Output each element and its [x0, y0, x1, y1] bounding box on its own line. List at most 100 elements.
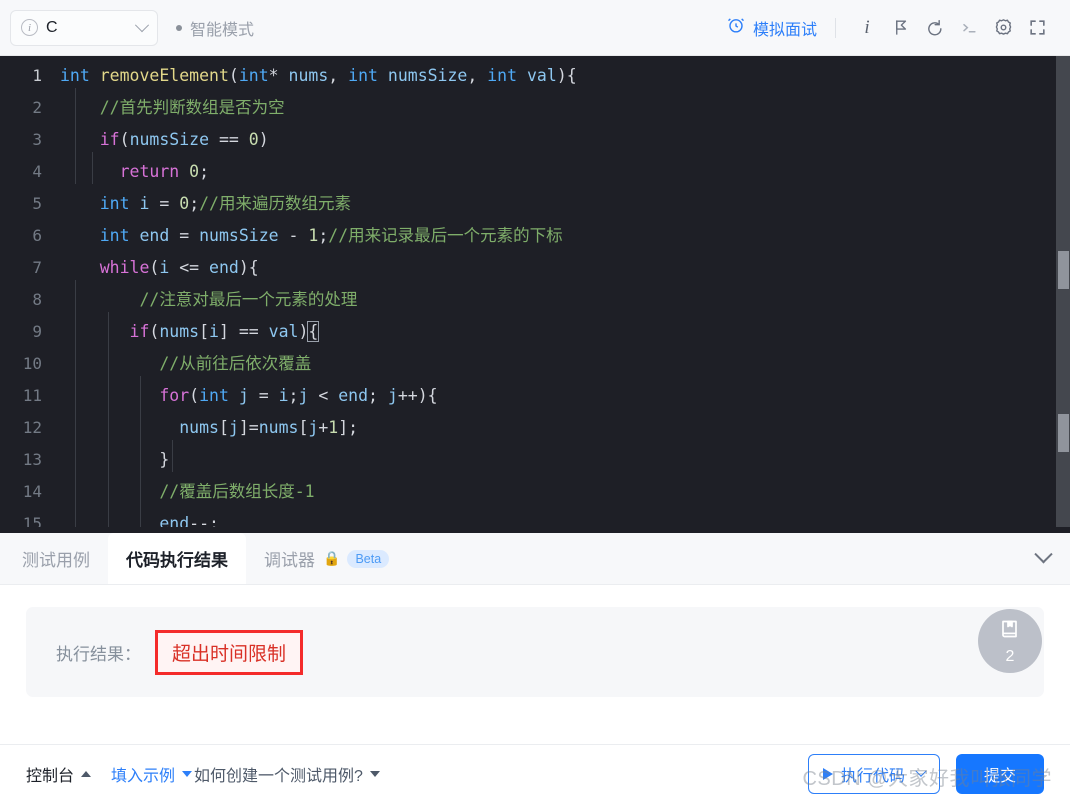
- panel-collapse-button[interactable]: [1016, 533, 1070, 584]
- submit-button[interactable]: 提交: [955, 754, 1044, 794]
- code-text: return 0;: [56, 156, 209, 188]
- leetcode-editor-app: i C 智能模式 模拟面试 i 1 int removeElement(int*…: [0, 0, 1070, 803]
- line-number: 14: [22, 482, 42, 501]
- code-line[interactable]: 5 int i = 0;//用来遍历数组元素: [0, 188, 1070, 220]
- code-token: (: [119, 130, 130, 149]
- tab-run-result-label: 代码执行结果: [126, 551, 228, 570]
- run-code-label: 执行代码: [840, 768, 905, 785]
- toolbar-divider: [835, 17, 836, 38]
- undo-reset-icon[interactable]: [918, 11, 952, 45]
- code-token: val: [527, 66, 557, 85]
- code-line[interactable]: 12 nums[j]=nums[j+1];: [0, 412, 1070, 444]
- code-line[interactable]: 10 //从前往后依次覆盖: [0, 348, 1070, 380]
- bottom-bar: 控制台 填入示例 如何创建一个测试用例? 执行代码 提交: [0, 745, 1070, 803]
- tab-debugger-label: 调试器: [264, 551, 315, 570]
- chevron-down-icon[interactable]: [915, 765, 927, 777]
- code-text: //覆盖后数组长度-1: [56, 476, 314, 508]
- code-token: ]: [218, 322, 229, 341]
- code-token: int: [238, 66, 269, 85]
- code-token: nums: [159, 322, 200, 341]
- code-token: ){: [417, 386, 438, 405]
- code-token: ==: [228, 322, 269, 341]
- line-number: 6: [32, 226, 42, 245]
- result-tabs: 测试用例 代码执行结果 调试器 🔒 Beta: [0, 533, 1070, 585]
- code-text: int i = 0;//用来遍历数组元素: [56, 188, 351, 220]
- editor-scrollbar[interactable]: [1056, 56, 1070, 533]
- code-lines: 1 int removeElement(int* nums, int numsSi…: [0, 56, 1070, 533]
- code-token: ): [298, 322, 309, 341]
- code-line[interactable]: 4 return 0;: [0, 156, 1070, 188]
- tab-testcase[interactable]: 测试用例: [4, 533, 108, 584]
- mock-interview-button[interactable]: 模拟面试: [726, 15, 817, 40]
- code-token: i: [159, 258, 170, 277]
- beta-badge: Beta: [347, 549, 390, 568]
- language-label: C: [46, 18, 58, 36]
- code-text: if(numsSize == 0): [56, 124, 269, 156]
- settings-gear-icon[interactable]: [986, 11, 1020, 45]
- code-line[interactable]: 7 while(i <= end){: [0, 252, 1070, 284]
- code-editor[interactable]: 1 int removeElement(int* nums, int numsSi…: [0, 56, 1070, 533]
- code-token: nums: [258, 418, 299, 437]
- editor-scroll-marker-1[interactable]: [1058, 251, 1069, 289]
- fullscreen-icon[interactable]: [1020, 11, 1054, 45]
- line-number: 11: [22, 386, 42, 405]
- status-badge: 超出时间限制: [172, 643, 287, 665]
- code-line[interactable]: 14 //覆盖后数组长度-1: [0, 476, 1070, 508]
- help-create-testcase[interactable]: 如何创建一个测试用例?: [194, 762, 380, 786]
- code-line[interactable]: 11 for(int j = i;j < end; j++){: [0, 380, 1070, 412]
- code-line[interactable]: 8 //注意对最后一个元素的处理: [0, 284, 1070, 316]
- editor-scroll-marker-2[interactable]: [1058, 414, 1069, 452]
- code-line[interactable]: 1 int removeElement(int* nums, int numsSi…: [0, 60, 1070, 92]
- result-body: 执行结果： 超出时间限制 2: [0, 585, 1070, 744]
- code-token: int: [99, 194, 130, 213]
- language-selector[interactable]: i C: [10, 9, 158, 46]
- code-text: int removeElement(int* nums, int numsSiz…: [56, 60, 577, 92]
- terminal-icon[interactable]: [952, 11, 986, 45]
- info-italic-icon[interactable]: i: [850, 11, 884, 45]
- code-token: i: [278, 386, 289, 405]
- console-toggle[interactable]: 控制台: [26, 762, 92, 786]
- code-token: ): [258, 130, 269, 149]
- notebook-bookmark-icon: [998, 617, 1022, 646]
- result-card: 执行结果： 超出时间限制: [26, 607, 1044, 697]
- code-token: while: [99, 258, 150, 277]
- fill-example-button[interactable]: 填入示例: [111, 762, 193, 786]
- code-token: <=: [169, 258, 210, 277]
- tab-run-result[interactable]: 代码执行结果: [108, 533, 246, 584]
- code-line[interactable]: 13 }: [0, 444, 1070, 476]
- code-token: int: [348, 66, 378, 85]
- notebook-button[interactable]: 2: [978, 609, 1042, 673]
- notebook-count: 2: [1005, 648, 1015, 665]
- help-label: 如何创建一个测试用例?: [194, 768, 363, 785]
- code-line[interactable]: 6 int end = numsSize - 1;//用来记录最后一个元素的下标: [0, 220, 1070, 252]
- code-token: i: [209, 322, 219, 341]
- code-token: if: [129, 322, 150, 341]
- code-line[interactable]: 9 if(nums[i] == val){: [0, 316, 1070, 348]
- code-token: [: [218, 418, 229, 437]
- line-number: 4: [32, 162, 42, 181]
- flag-run-icon[interactable]: [884, 11, 918, 45]
- result-label: 执行结果：: [56, 644, 141, 664]
- result-panel: 测试用例 代码执行结果 调试器 🔒 Beta 执行结果： 超出时间限制 2: [0, 533, 1070, 745]
- tab-debugger[interactable]: 调试器 🔒 Beta: [246, 533, 407, 584]
- code-token: ;: [288, 386, 299, 405]
- code-token: (: [228, 66, 239, 85]
- code-token: j: [228, 418, 239, 437]
- code-text: int end = numsSize - 1;//用来记录最后一个元素的下标: [56, 220, 563, 252]
- toolbar-actions: 模拟面试 i: [726, 11, 1054, 45]
- code-line[interactable]: 2 //首先判断数组是否为空: [0, 92, 1070, 124]
- console-label: 控制台: [26, 768, 75, 785]
- code-token: end: [139, 226, 170, 245]
- code-token: if: [99, 130, 120, 149]
- code-token: //注意对最后一个元素的处理: [139, 290, 358, 309]
- code-token: ;: [368, 386, 388, 405]
- run-code-button[interactable]: 执行代码: [807, 754, 940, 794]
- code-token: =: [248, 418, 259, 437]
- smart-mode-toggle[interactable]: 智能模式: [176, 16, 254, 40]
- submit-label: 提交: [983, 768, 1016, 785]
- code-token: j: [387, 386, 398, 405]
- code-line[interactable]: 3 if(numsSize == 0): [0, 124, 1070, 156]
